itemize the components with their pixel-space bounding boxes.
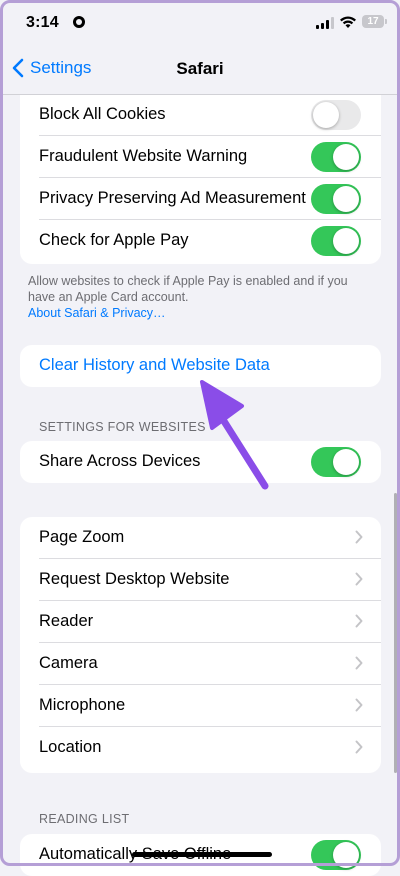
block-all-cookies-row: Block All Cookies [20,94,381,136]
request-desktop-website-label: Request Desktop Website [39,570,230,588]
chevron-right-icon [355,614,363,628]
chevron-right-icon [355,572,363,586]
chevron-right-icon [355,530,363,544]
wifi-icon [340,16,356,28]
home-indicator[interactable] [132,852,272,857]
fraudulent-website-warning-toggle[interactable] [311,142,361,172]
status-time: 3:14 [26,14,59,31]
about-safari-privacy-link[interactable]: About Safari & Privacy… [28,305,373,321]
website-settings-group: Page Zoom Request Desktop Website Reader… [20,517,381,773]
page-title: Safari [176,59,224,78]
status-bar: 3:14 17 [0,0,400,40]
scroll-indicator [394,493,397,773]
location-services-icon [73,16,85,28]
page-zoom-label: Page Zoom [39,528,125,546]
camera-label: Camera [39,654,98,672]
fraudulent-website-warning-label: Fraudulent Website Warning [39,147,248,165]
camera-row[interactable]: Camera [20,643,381,685]
reader-row[interactable]: Reader [20,601,381,643]
check-apple-pay-row: Check for Apple Pay [20,220,381,262]
chevron-right-icon [355,698,363,712]
location-row[interactable]: Location [20,727,381,769]
share-across-devices-group: Share Across Devices [20,441,381,483]
location-label: Location [39,738,102,756]
fraudulent-website-warning-row: Fraudulent Website Warning [20,136,381,178]
apple-pay-footnote: Allow websites to check if Apple Pay is … [28,273,373,321]
reading-list-header: READING LIST [39,812,130,826]
chevron-right-icon [355,740,363,754]
cellular-signal-icon [316,17,334,29]
reader-label: Reader [39,612,94,630]
share-across-devices-row: Share Across Devices [20,441,381,483]
check-apple-pay-toggle[interactable] [311,226,361,256]
clear-history-label: Clear History and Website Data [39,356,270,374]
chevron-right-icon [355,656,363,670]
request-desktop-website-row[interactable]: Request Desktop Website [20,559,381,601]
block-all-cookies-label: Block All Cookies [39,105,166,123]
privacy-ad-measurement-label: Privacy Preserving Ad Measurement [39,189,306,207]
privacy-ad-measurement-row: Privacy Preserving Ad Measurement [20,178,381,220]
apple-pay-footnote-text: Allow websites to check if Apple Pay is … [28,274,348,304]
share-across-devices-toggle[interactable] [311,447,361,477]
settings-for-websites-header: SETTINGS FOR WEBSITES [39,420,206,434]
block-all-cookies-toggle[interactable] [311,100,361,130]
share-across-devices-label: Share Across Devices [39,452,201,470]
check-apple-pay-label: Check for Apple Pay [39,231,189,249]
clear-history-button[interactable]: Clear History and Website Data [20,345,381,387]
battery-icon: 17 [362,15,387,28]
microphone-label: Microphone [39,696,126,714]
clear-history-group: Clear History and Website Data [20,345,381,387]
microphone-row[interactable]: Microphone [20,685,381,727]
privacy-settings-group: Block All Cookies Fraudulent Website War… [20,94,381,264]
navigation-bar: Settings Safari [0,44,400,95]
privacy-ad-measurement-toggle[interactable] [311,184,361,214]
page-zoom-row[interactable]: Page Zoom [20,517,381,559]
